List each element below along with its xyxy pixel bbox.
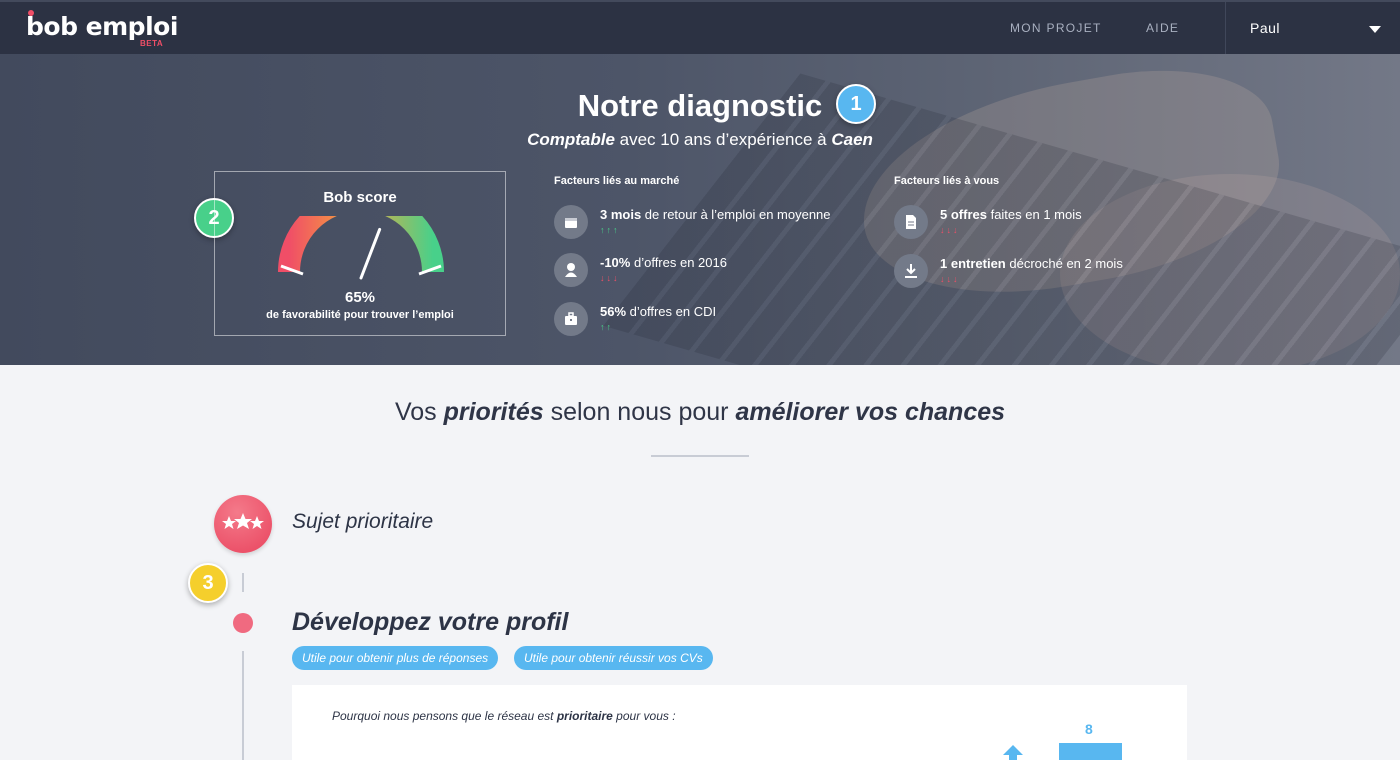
user-menu[interactable]: Paul (1225, 2, 1400, 54)
beta-label: BETA (140, 39, 164, 48)
factor-text: 1 entretien décroché en 2 mois (940, 256, 1123, 271)
factor-label: d’offres en 2016 (630, 255, 727, 270)
top-nav: bob emploi BETA MON PROJET AIDE Paul (0, 0, 1400, 54)
personal-factors-title: Facteurs liés à vous (894, 175, 1000, 187)
subtitle-middle: avec 10 ans d’expérience à (614, 130, 832, 149)
nav-link-mon-projet[interactable]: MON PROJET (1010, 21, 1102, 35)
stars-icon (214, 495, 272, 553)
timeline-dot (233, 613, 253, 633)
gauge-needle (359, 227, 382, 280)
subtitle-job: Comptable (527, 130, 615, 149)
factor-value: 1 entretien (940, 256, 1006, 271)
download-icon (894, 254, 928, 288)
logo[interactable]: bob emploi (26, 10, 178, 41)
arrow-up-icon (1003, 745, 1023, 760)
bob-score-percent: 65% (344, 289, 376, 306)
factor-label: d’offres en CDI (626, 304, 717, 319)
logo-text: bob emploi (26, 12, 178, 41)
card-question-bold: prioritaire (556, 709, 613, 723)
factor-text: 5 offres faites en 1 mois (940, 207, 1082, 222)
factor-label: décroché en 2 mois (1005, 256, 1123, 271)
trend-arrows: ↑↑↑ (600, 225, 620, 235)
trend-arrows: ↓↓↓ (940, 274, 960, 284)
priorities-heading: Vos priorités selon nous pour améliorer … (0, 398, 1400, 427)
market-factors-title: Facteurs liés au marché (554, 175, 680, 187)
develop-profile-title: Développez votre profil (292, 608, 569, 636)
calendar-icon (554, 205, 588, 239)
step-badge-3: 3 (188, 563, 228, 603)
step-badge-1: 1 (836, 84, 876, 124)
chevron-down-icon (1369, 26, 1381, 33)
nav-link-aide[interactable]: AIDE (1146, 21, 1179, 35)
factor-text: -10% d’offres en 2016 (600, 255, 727, 270)
diagnostic-hero: Notre diagnostic 1 Comptable avec 10 ans… (0, 54, 1400, 365)
priority-subject-title: Sujet prioritaire (292, 510, 434, 533)
subtitle-city: Caen (831, 130, 873, 149)
bob-score-caption: de favorabilité pour trouver l’emploi (266, 309, 454, 321)
logo-dot (28, 10, 34, 16)
user-name: Paul (1250, 20, 1281, 36)
timeline-line (242, 651, 244, 760)
factor-text: 56% d’offres en CDI (600, 304, 716, 319)
priorities-mid: selon nous pour (543, 398, 736, 426)
score-gauge (278, 216, 444, 280)
trend-arrows: ↓↓↓ (600, 273, 620, 283)
document-icon (894, 205, 928, 239)
factor-value: 5 offres (940, 207, 987, 222)
factor-text: 3 mois de retour à l’emploi en moyenne (600, 207, 831, 222)
tag-reussir-cvs[interactable]: Utile pour obtenir réussir vos CVs (514, 646, 713, 670)
person-icon (554, 253, 588, 287)
priorities-bold-2: améliorer vos chances (735, 398, 1006, 426)
card-question: Pourquoi nous pensons que le réseau est … (332, 709, 676, 723)
priority-card: Pourquoi nous pensons que le réseau est … (292, 685, 1187, 760)
timeline-line (242, 573, 244, 592)
page-title: Notre diagnostic (577, 88, 823, 123)
bob-score-title: Bob score (323, 189, 397, 206)
briefcase-icon (554, 302, 588, 336)
bob-score-box: Bob score 65% de favorabilité pour trouv… (214, 171, 506, 336)
page-subtitle: Comptable avec 10 ans d’expérience à Cae… (0, 130, 1400, 150)
trend-arrows: ↓↓↓ (940, 225, 960, 235)
priorities-pre: Vos (394, 398, 444, 426)
card-question-post: pour vous : (612, 709, 676, 723)
card-question-pre: Pourquoi nous pensons que le réseau est (332, 709, 557, 723)
factor-value: 3 mois (600, 207, 642, 222)
factor-label: de retour à l’emploi en moyenne (641, 207, 831, 222)
factor-value: 56% (600, 304, 627, 319)
bar-value-label: 8 (1085, 721, 1093, 737)
bar-mark (1059, 743, 1122, 760)
trend-arrows: ↑↑ (600, 322, 613, 332)
heading-divider (651, 455, 749, 457)
factor-label: faites en 1 mois (986, 207, 1082, 222)
priorities-bold-1: priorités (443, 398, 544, 426)
tag-plus-de-reponses[interactable]: Utile pour obtenir plus de réponses (292, 646, 499, 670)
factor-value: -10% (600, 255, 631, 270)
